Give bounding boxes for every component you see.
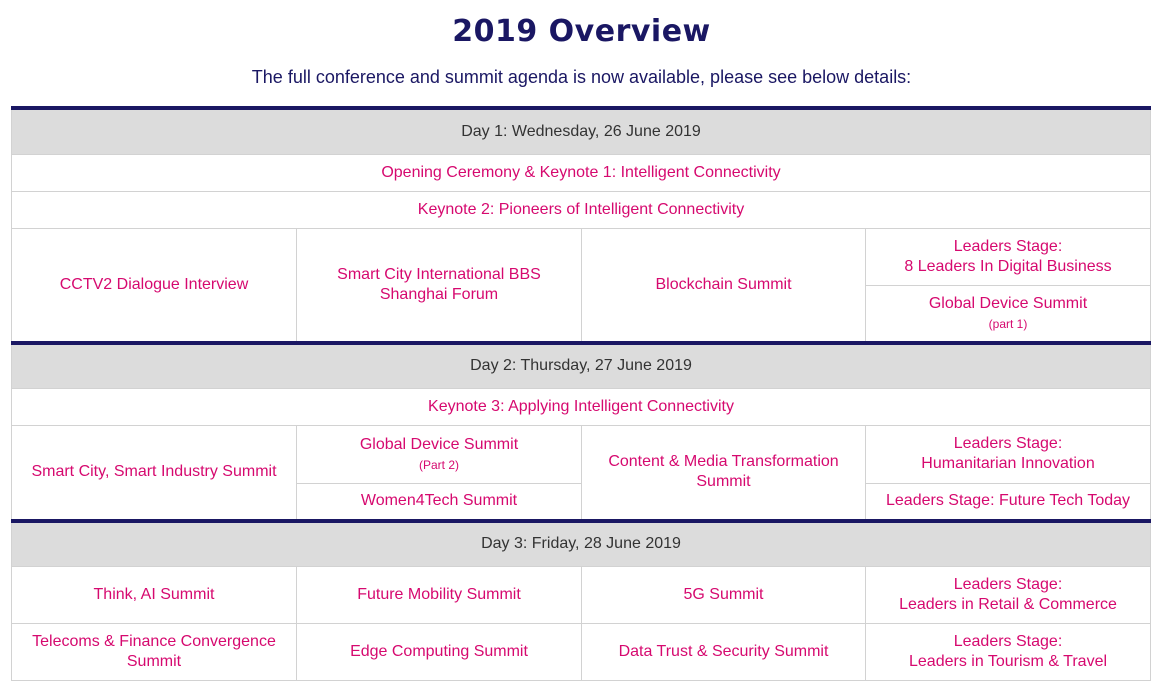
table-row: Telecoms & Finance Convergence Summit Ed… <box>11 622 1152 681</box>
session-note: (Part 2) <box>418 458 459 472</box>
session-opening-ceremony[interactable]: Opening Ceremony & Keynote 1: Intelligen… <box>10 153 1152 192</box>
page-title: 2019 Overview <box>452 14 711 49</box>
session-label-line: Leaders Stage: <box>953 575 1063 593</box>
session-smart-industry-summit[interactable]: Smart City, Smart Industry Summit <box>11 424 297 522</box>
session-label-line: Leaders Stage: <box>953 435 1063 452</box>
session-keynote-3[interactable]: Keynote 3: Applying Intelligent Connecti… <box>10 387 1152 426</box>
session-label-line: Content & Media Transformation <box>608 453 839 471</box>
session-label-line: Global Device Summit <box>928 295 1088 313</box>
session-label-line: Leaders Stage: <box>953 632 1063 650</box>
session-leaders-digital-business[interactable]: Leaders Stage: 8 Leaders In Digital Busi… <box>864 227 1152 286</box>
session-global-device-part2[interactable]: Global Device Summit (Part 2) <box>296 424 582 484</box>
session-leaders-retail[interactable]: Leaders Stage: Leaders in Retail & Comme… <box>864 565 1152 624</box>
session-think-ai-summit[interactable]: Think, AI Summit <box>11 565 297 624</box>
session-label-line: Leaders in Tourism & Travel <box>909 652 1108 670</box>
session-label-line: Telecoms & Finance Convergence <box>32 632 276 650</box>
session-telecoms-finance-summit[interactable]: Telecoms & Finance Convergence Summit <box>11 622 297 681</box>
table-row: Think, AI Summit Future Mobility Summit … <box>11 565 1152 624</box>
session-5g-summit[interactable]: 5G Summit <box>581 565 866 624</box>
session-label-line: Summit <box>126 652 182 670</box>
session-label-line: Leaders Stage: <box>953 237 1063 255</box>
session-label-line: Smart City International BBS <box>337 265 541 283</box>
session-edge-computing-summit[interactable]: Edge Computing Summit <box>296 622 582 681</box>
day3-header-row: Day 3: Friday, 28 June 2019 <box>10 519 1152 567</box>
session-keynote-2[interactable]: Keynote 2: Pioneers of Intelligent Conne… <box>10 190 1152 229</box>
day1-header: Day 1: Wednesday, 26 June 2019 <box>10 106 1152 155</box>
session-leaders-future-tech[interactable]: Leaders Stage: Future Tech Today <box>864 482 1152 522</box>
day2-header: Day 2: Thursday, 27 June 2019 <box>10 341 1152 389</box>
day2-header-row: Day 2: Thursday, 27 June 2019 <box>10 341 1152 389</box>
session-future-mobility-summit[interactable]: Future Mobility Summit <box>296 565 582 624</box>
session-women4tech-summit[interactable]: Women4Tech Summit <box>296 482 582 522</box>
session-label-line: Leaders in Retail & Commerce <box>899 595 1117 613</box>
session-content-media-summit[interactable]: Content & Media Transformation Summit <box>581 424 866 522</box>
page-subtitle: The full conference and summit agenda is… <box>251 67 912 87</box>
agenda-table: Day 1: Wednesday, 26 June 2019 Opening C… <box>10 106 1152 681</box>
day1-header-row: Day 1: Wednesday, 26 June 2019 <box>10 106 1152 155</box>
table-row: Keynote 2: Pioneers of Intelligent Conne… <box>10 190 1152 229</box>
session-leaders-humanitarian[interactable]: Leaders Stage: Humanitarian Innovation <box>864 424 1152 484</box>
session-label-line: 8 Leaders In Digital Business <box>904 257 1112 275</box>
session-cctv2-interview[interactable]: CCTV2 Dialogue Interview <box>11 227 297 344</box>
table-row: Keynote 3: Applying Intelligent Connecti… <box>10 387 1152 426</box>
session-note: (part 1) <box>988 317 1028 332</box>
session-leaders-tourism[interactable]: Leaders Stage: Leaders in Tourism & Trav… <box>864 622 1152 681</box>
session-label-line: Summit <box>696 473 751 491</box>
session-smart-city-bbs[interactable]: Smart City International BBS Shanghai Fo… <box>296 227 582 344</box>
session-label-line: Shanghai Forum <box>379 285 499 303</box>
session-label-line: Global Device Summit <box>359 436 519 453</box>
day3-header: Day 3: Friday, 28 June 2019 <box>10 519 1152 567</box>
table-row: Opening Ceremony & Keynote 1: Intelligen… <box>10 153 1152 192</box>
session-data-trust-summit[interactable]: Data Trust & Security Summit <box>581 622 866 681</box>
table-row: CCTV2 Dialogue Interview Smart City Inte… <box>11 227 1152 344</box>
table-row: Smart City, Smart Industry Summit Global… <box>11 424 1152 522</box>
session-global-device-part1[interactable]: Global Device Summit (part 1) <box>864 284 1152 344</box>
session-blockchain-summit[interactable]: Blockchain Summit <box>581 227 866 344</box>
session-label-line: Humanitarian Innovation <box>921 455 1095 472</box>
